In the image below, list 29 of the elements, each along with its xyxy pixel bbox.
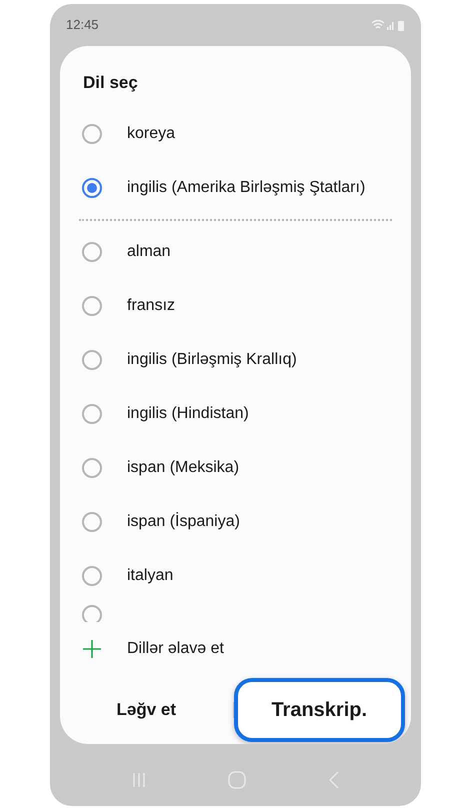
language-option[interactable]: fransız <box>127 294 176 318</box>
dialog-title: Dil seç <box>83 72 138 94</box>
back-icon[interactable] <box>328 771 340 789</box>
radio-button[interactable] <box>82 512 102 532</box>
language-option[interactable]: ingilis (Amerika Birləşmiş Ştatları) <box>127 176 366 200</box>
transcribe-button[interactable]: Transkrip. <box>234 678 405 742</box>
recent-apps-icon[interactable] <box>130 772 147 788</box>
cancel-button[interactable]: Ləğv et <box>60 678 232 742</box>
language-option[interactable]: alman <box>127 240 171 264</box>
radio-button[interactable] <box>82 242 102 262</box>
add-languages-link[interactable]: Dillər əlavə et <box>127 637 224 661</box>
language-option[interactable]: koreya <box>127 122 176 146</box>
language-option[interactable]: ingilis (Hindistan) <box>127 402 249 426</box>
radio-button[interactable] <box>82 296 102 316</box>
language-option[interactable]: ispan (Meksika) <box>127 456 240 480</box>
radio-button[interactable] <box>82 458 102 478</box>
radio-button[interactable] <box>82 404 102 424</box>
language-option[interactable]: ingilis (Birləşmiş Krallıq) <box>127 348 297 372</box>
radio-button[interactable] <box>82 178 102 198</box>
language-option[interactable]: ispan (İspaniya) <box>127 510 240 534</box>
radio-button[interactable] <box>82 605 102 622</box>
language-option[interactable]: italyan <box>127 564 174 588</box>
radio-button[interactable] <box>82 124 102 144</box>
radio-button[interactable] <box>82 350 102 370</box>
home-icon[interactable] <box>228 771 246 789</box>
status-icons <box>371 19 405 31</box>
plus-icon[interactable] <box>82 639 102 659</box>
radio-button[interactable] <box>82 566 102 586</box>
status-time: 12:45 <box>66 16 99 34</box>
